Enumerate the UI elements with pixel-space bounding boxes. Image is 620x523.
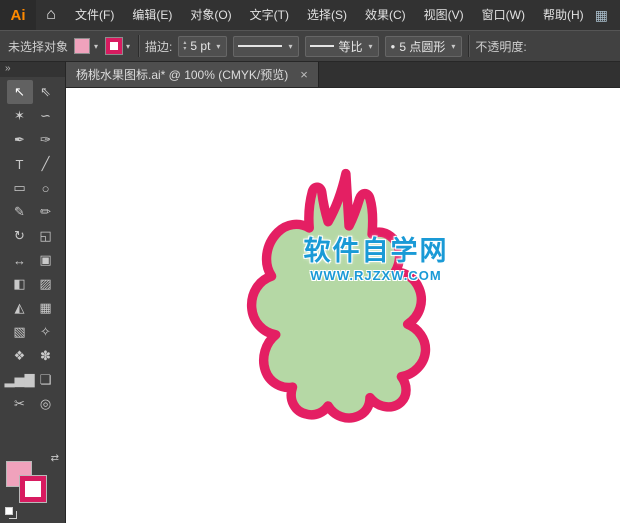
- menu-item-help[interactable]: 帮助(H): [534, 0, 593, 30]
- main-area: » ↖ ⇖ ✶ ∽ ✒ ✑ T ╱ ▭ ○ ✎ ✏ ↻ ◱ ↔ ▣ ◧ ▨ ◭ ▦ ▧ ✧ ❖ ✽ ▂▅▇ ❏ ✂ ◎ ⇄ 杨桃水果图…: [0, 62, 620, 523]
- menu-item-object[interactable]: 对象(O): [181, 0, 240, 30]
- stroke-weight-chevron-icon[interactable]: ▾: [214, 42, 222, 51]
- stroke-style-sample: [238, 45, 283, 47]
- perspective-grid-tool[interactable]: ◭: [7, 296, 33, 320]
- menu-item-effect[interactable]: 效果(C): [356, 0, 415, 30]
- tab-close-icon[interactable]: ×: [300, 67, 308, 82]
- mesh-tool[interactable]: ▦: [33, 296, 59, 320]
- eyedropper-tool[interactable]: ✧: [33, 320, 59, 344]
- stroke-color-control[interactable]: [20, 476, 46, 502]
- home-icon[interactable]: ⌂: [36, 6, 66, 24]
- brush-value: 5 点圆形: [399, 39, 446, 54]
- no-selection-label: 未选择对象: [8, 39, 69, 54]
- controlbar-divider: [468, 35, 470, 57]
- menu-item-file[interactable]: 文件(F): [66, 0, 123, 30]
- document-tab[interactable]: 杨桃水果图标.ai* @ 100% (CMYK/预览) ×: [66, 62, 319, 87]
- tools-grid: ↖ ⇖ ✶ ∽ ✒ ✑ T ╱ ▭ ○ ✎ ✏ ↻ ◱ ↔ ▣ ◧ ▨ ◭ ▦ ▧ ✧ ❖ ✽ ▂▅▇ ❏ ✂ ◎: [5, 80, 59, 416]
- watermark: 软件自学网 WWW.RJZXW.COM: [291, 236, 461, 283]
- selection-tool[interactable]: ↖: [6, 80, 33, 104]
- opacity-label: 不透明度:: [475, 39, 527, 54]
- magic-wand-tool[interactable]: ✶: [7, 104, 33, 128]
- menu-item-edit[interactable]: 编辑(E): [123, 0, 181, 30]
- curvature-tool[interactable]: ✑: [33, 128, 59, 152]
- stroke-chevron-icon[interactable]: ▾: [124, 42, 132, 51]
- stroke-weight-stepper[interactable]: ▴ ▾: [183, 40, 186, 52]
- fill-swatch-group: ▾: [74, 38, 100, 54]
- gradient-tool[interactable]: ▧: [7, 320, 33, 344]
- stroke-weight-value: 5 pt: [190, 39, 211, 53]
- rotate-tool[interactable]: ↻: [7, 224, 33, 248]
- menu-item-view[interactable]: 视图(V): [415, 0, 473, 30]
- brush-dot-icon: ●: [390, 41, 396, 51]
- collapse-panel-icon[interactable]: »: [5, 63, 10, 74]
- width-profile-sample: [310, 45, 335, 47]
- pen-tool[interactable]: ✒: [7, 128, 33, 152]
- ellipse-tool[interactable]: ○: [33, 176, 59, 200]
- width-tool[interactable]: ↔: [7, 248, 33, 272]
- fruit-artwork[interactable]: [236, 164, 461, 449]
- fill-color-swatch[interactable]: [74, 38, 91, 54]
- fill-chevron-icon[interactable]: ▾: [92, 42, 100, 51]
- illustrator-logo[interactable]: Ai: [0, 0, 36, 30]
- type-tool[interactable]: T: [7, 152, 33, 176]
- artboard-canvas[interactable]: 软件自学网 WWW.RJZXW.COM: [66, 88, 620, 523]
- document-area: 杨桃水果图标.ai* @ 100% (CMYK/预览) × 软件自学网 WWW.…: [66, 62, 620, 523]
- zoom-tool[interactable]: ◎: [33, 392, 59, 416]
- stroke-style-chevron-icon[interactable]: ▾: [286, 42, 294, 51]
- menu-item-select[interactable]: 选择(S): [298, 0, 356, 30]
- rectangle-tool[interactable]: ▭: [7, 176, 33, 200]
- menu-bar: Ai ⌂ 文件(F) 编辑(E) 对象(O) 文字(T) 选择(S) 效果(C) 视图(V)…: [0, 0, 620, 30]
- tools-panel-header[interactable]: »: [0, 62, 65, 77]
- paintbrush-tool[interactable]: ✎: [7, 200, 33, 224]
- line-segment-tool[interactable]: ╱: [33, 152, 59, 176]
- stroke-label: 描边:: [145, 39, 173, 54]
- document-tab-bar: 杨桃水果图标.ai* @ 100% (CMYK/预览) ×: [66, 62, 620, 88]
- color-swatches: ⇄: [4, 453, 61, 515]
- stroke-weight-field[interactable]: ▴ ▾ 5 pt ▾: [178, 35, 228, 57]
- direct-selection-tool[interactable]: ⇖: [33, 80, 59, 104]
- default-colors-icon[interactable]: [5, 507, 13, 515]
- scale-tool[interactable]: ◱: [33, 224, 59, 248]
- stepper-down-icon[interactable]: ▾: [183, 46, 186, 52]
- stroke-swatch-group: ▾: [106, 38, 132, 54]
- width-profile-chevron-icon[interactable]: ▾: [366, 42, 374, 51]
- column-graph-tool[interactable]: ▂▅▇: [5, 368, 35, 392]
- watermark-title: 软件自学网: [303, 236, 449, 266]
- menu-items: 文件(F) 编辑(E) 对象(O) 文字(T) 选择(S) 效果(C) 视图(V) 窗口(W)…: [66, 0, 593, 30]
- fruit-artwork-path[interactable]: [246, 168, 431, 423]
- tools-panel: » ↖ ⇖ ✶ ∽ ✒ ✑ T ╱ ▭ ○ ✎ ✏ ↻ ◱ ↔ ▣ ◧ ▨ ◭ ▦ ▧ ✧ ❖ ✽ ▂▅▇ ❏ ✂ ◎ ⇄: [0, 62, 66, 523]
- menu-item-type[interactable]: 文字(T): [241, 0, 298, 30]
- blend-tool[interactable]: ❖: [7, 344, 33, 368]
- width-profile-dropdown[interactable]: 等比 ▾: [305, 35, 380, 57]
- slice-tool[interactable]: ✂: [7, 392, 33, 416]
- workspace-panels-icon[interactable]: ▦: [595, 7, 608, 24]
- swap-colors-icon[interactable]: ⇄: [51, 453, 59, 464]
- brush-dropdown[interactable]: ● 5 点圆形 ▾: [385, 35, 463, 57]
- width-profile-value: 等比: [338, 39, 363, 54]
- symbol-sprayer-tool[interactable]: ✽: [33, 344, 59, 368]
- artboard-tool[interactable]: ❏: [33, 368, 59, 392]
- pencil-tool[interactable]: ✏: [33, 200, 59, 224]
- live-paint-bucket-tool[interactable]: ▨: [33, 272, 59, 296]
- stroke-style-dropdown[interactable]: ▾: [233, 35, 300, 57]
- stroke-color-swatch[interactable]: [106, 38, 123, 54]
- shape-builder-tool[interactable]: ◧: [7, 272, 33, 296]
- illustrator-window: Ai ⌂ 文件(F) 编辑(E) 对象(O) 文字(T) 选择(S) 效果(C) 视图(V)…: [0, 0, 620, 523]
- menu-item-window[interactable]: 窗口(W): [473, 0, 534, 30]
- watermark-url: WWW.RJZXW.COM: [310, 268, 442, 284]
- control-bar: 未选择对象 ▾ ▾ 描边: ▴ ▾ 5 pt ▾ ▾ 等比 ▾ ● 5 点圆形 …: [0, 30, 620, 62]
- brush-chevron-icon[interactable]: ▾: [449, 42, 457, 51]
- controlbar-divider: [138, 35, 140, 57]
- free-transform-tool[interactable]: ▣: [33, 248, 59, 272]
- lasso-tool[interactable]: ∽: [33, 104, 59, 128]
- document-tab-title: 杨桃水果图标.ai* @ 100% (CMYK/预览): [76, 68, 289, 82]
